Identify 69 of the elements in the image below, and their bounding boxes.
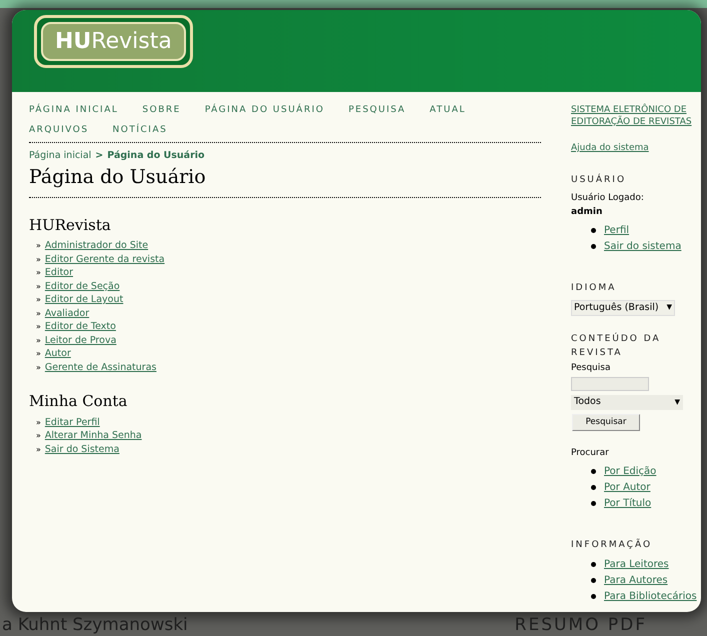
section-title: HURevista — [29, 214, 112, 236]
search-button[interactable]: Pesquisar — [572, 414, 640, 431]
nav-link[interactable]: NOTÍCIAS — [112, 124, 168, 137]
chevron-icon: » — [36, 442, 41, 456]
bullet-icon — [591, 244, 596, 249]
chevron-icon: » — [36, 293, 41, 307]
sidebar-heading: IDIOMA — [571, 282, 618, 295]
nav-link[interactable]: PÁGINA DO USUÁRIO — [204, 104, 324, 118]
role-link[interactable]: Editor de Seção — [44, 280, 120, 294]
sidebar-link[interactable]: Para Bibliotecários — [604, 588, 697, 604]
bullet-icon — [591, 594, 596, 599]
nav-link[interactable]: PESQUISA — [348, 104, 406, 118]
bullet-icon — [591, 469, 596, 474]
nav-link[interactable]: ATUAL — [430, 104, 466, 118]
chevron-icon: » — [36, 306, 41, 320]
role-link[interactable]: Avaliador — [44, 306, 90, 320]
username: admin — [571, 206, 604, 218]
chevron-icon: » — [36, 347, 41, 361]
sidebar-heading: USUÁRIO — [571, 174, 628, 186]
chevron-icon: » — [36, 252, 41, 266]
section-title: Minha Conta — [29, 391, 128, 412]
breadcrumb-current: Página do Usuário — [107, 149, 205, 163]
breadcrumb-link[interactable]: Página inicial — [29, 149, 92, 164]
sidebar-link[interactable]: Sair do sistema — [604, 239, 682, 254]
chevron-icon: » — [36, 320, 41, 334]
chevron-icon: » — [36, 416, 41, 430]
role-link[interactable]: Editor de Texto — [44, 320, 116, 334]
role-link[interactable]: Editor de Layout — [44, 293, 124, 307]
chevron-icon: » — [36, 360, 41, 374]
bullet-icon — [591, 562, 596, 567]
role-link[interactable]: Editor — [44, 266, 74, 280]
sidebar-link[interactable]: Perfil — [604, 223, 630, 238]
system-link[interactable]: SISTEMA ELETRÔNICO DE EDITORAÇÃO DE REVISTAS — [571, 104, 697, 128]
nav-link[interactable]: PÁGINA INICIAL — [29, 104, 118, 118]
bullet-icon — [591, 228, 596, 233]
page-title: Página do Usuário — [29, 163, 541, 198]
chevron-icon: » — [36, 334, 41, 348]
sidebar-link[interactable]: Para Leitores — [604, 556, 669, 572]
role-link[interactable]: Leitor de Prova — [44, 334, 116, 348]
chevron-icon: » — [36, 239, 41, 253]
sidebar-heading: CONTEÚDO DA REVISTA — [571, 332, 661, 360]
search-field[interactable] — [571, 377, 649, 392]
chevron-icon: » — [36, 280, 41, 294]
nav-link[interactable]: SOBRE — [142, 104, 181, 118]
background-text: a Kuhnt Szymanowski — [2, 615, 188, 635]
role-link[interactable]: Sair do Sistema — [44, 442, 120, 456]
bullet-icon — [591, 485, 596, 490]
logged-label: Usuário Logado: — [571, 192, 645, 205]
bullet-icon — [591, 501, 596, 506]
chevron-icon: » — [36, 266, 41, 280]
role-link[interactable]: Gerente de Assinaturas — [44, 360, 156, 374]
role-link[interactable]: Autor — [44, 347, 71, 361]
role-link[interactable]: Administrador do Site — [44, 239, 148, 253]
sidebar-link[interactable]: Por Autor — [604, 480, 650, 496]
sidebar-link[interactable]: Por Edição — [604, 464, 656, 480]
role-link[interactable]: Editor Gerente da revista — [44, 252, 165, 266]
sidebar-heading: INFORMAÇÃO — [571, 539, 654, 552]
help-link[interactable]: Ajuda do sistema — [571, 142, 697, 156]
bullet-icon — [591, 578, 596, 583]
role-link[interactable]: Editar Perfil — [44, 416, 100, 430]
nav-link[interactable]: ARQUIVOS — [29, 124, 89, 137]
sidebar-link[interactable]: Para Autores — [604, 572, 668, 588]
search-label: Pesquisa — [571, 362, 612, 375]
background-text: RESUMO PDF — [514, 615, 647, 635]
breadcrumb-separator: > — [95, 149, 104, 163]
chevron-icon: » — [36, 429, 41, 443]
sidebar-link[interactable]: Por Título — [604, 496, 652, 512]
role-link[interactable]: Alterar Minha Senha — [44, 429, 142, 443]
browse-label: Procurar — [571, 446, 610, 460]
